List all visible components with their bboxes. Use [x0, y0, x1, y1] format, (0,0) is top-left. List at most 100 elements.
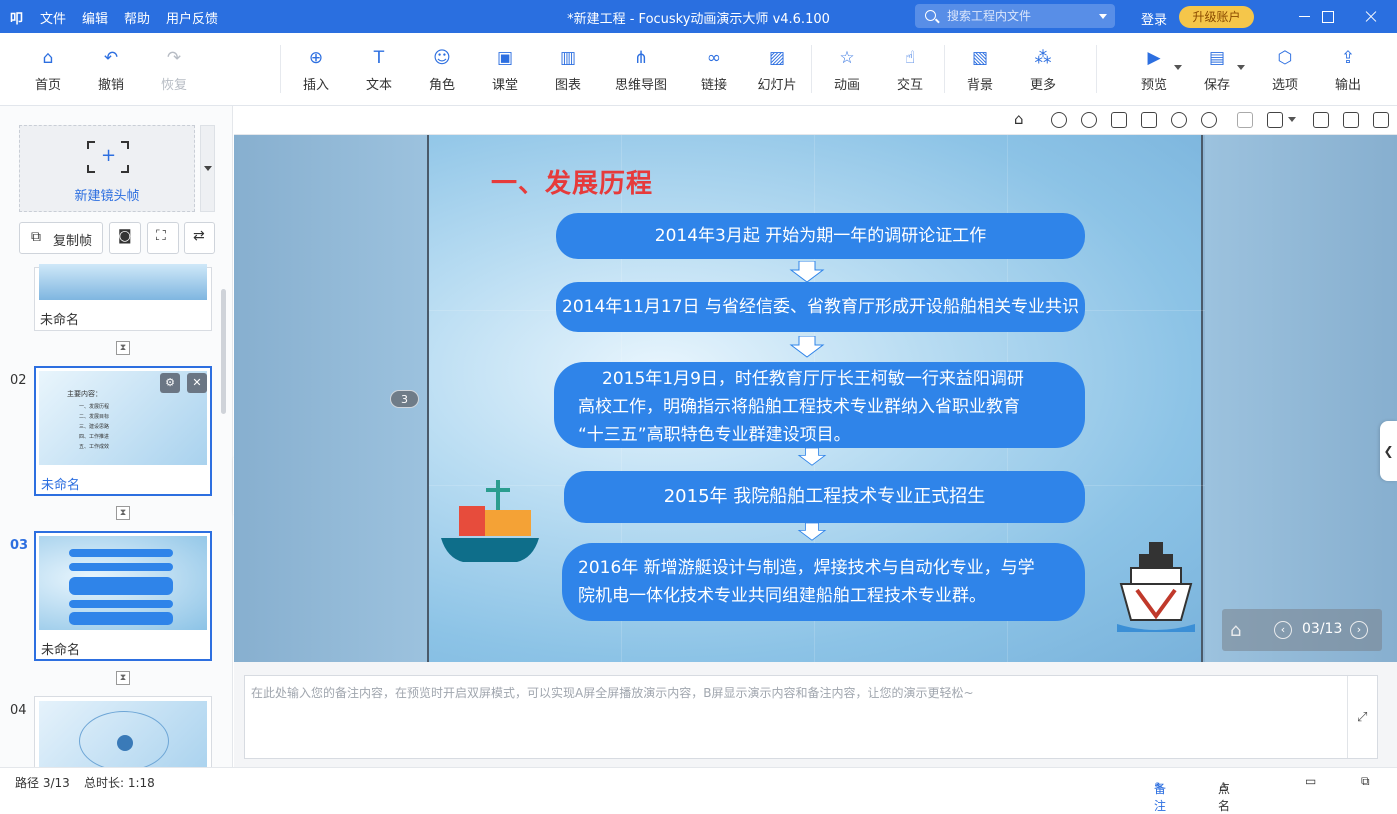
home-icon[interactable]: ⌂	[1014, 110, 1030, 128]
swap-button[interactable]: ⇄	[184, 222, 215, 254]
options-button[interactable]: ⬡ 选项	[1255, 33, 1315, 106]
toolbar-divider	[811, 45, 812, 93]
settings-icon[interactable]: ⚙	[160, 373, 180, 393]
menu-feedback[interactable]: 用户反馈	[166, 8, 218, 27]
upgrade-button[interactable]: 升级账户	[1179, 6, 1254, 28]
timeline-item-4[interactable]: 2015年 我院船舶工程技术专业正式招生	[564, 471, 1085, 523]
chart-button[interactable]: ▥ 图表	[538, 33, 598, 106]
editor-stage[interactable]: 一、发展历程 2014年3月起 开始为期一年的调研论证工作 2014年11月17…	[234, 135, 1397, 662]
delete-icon[interactable]: ✕	[187, 373, 207, 393]
rotate-right-icon[interactable]	[1081, 112, 1097, 128]
title-bar: 叩 文件 编辑 帮助 用户反馈 *新建工程 - Focusky动画演示大师 v4…	[0, 0, 1397, 33]
lock-icon[interactable]	[1267, 112, 1283, 128]
camera-button[interactable]: ◙	[109, 222, 141, 254]
frames-panel: + 新建镜头帧 ⧉ 复制帧 ◙ ⛶ ⇄ 未命名 ⧗ 02 主要内容： 一、发展历…	[0, 106, 233, 767]
frame-thumbnail-2[interactable]: 主要内容： 一、发展历程 二、发展目标 三、建设思路 四、工作推进 五、工作成效…	[34, 366, 212, 496]
login-button[interactable]: 登录	[1141, 9, 1167, 28]
close-button[interactable]	[1348, 0, 1394, 33]
chevron-down-icon[interactable]	[1099, 14, 1107, 19]
next-frame-icon[interactable]: ›	[1350, 621, 1368, 639]
role-button[interactable]: ☺ 角色	[412, 33, 472, 106]
link-icon: ∞	[706, 48, 722, 68]
undo-icon: ↶	[103, 48, 119, 68]
chevron-down-icon[interactable]	[1237, 65, 1245, 70]
classroom-icon: ▣	[496, 48, 514, 68]
home-icon[interactable]: ⌂	[1230, 620, 1241, 641]
frame-number: 02	[10, 373, 27, 388]
timeline-item-2[interactable]: 2014年11月17日 与省经信委、省教育厅形成开设船舶相关专业共识	[556, 282, 1085, 332]
arrow-down-icon	[797, 448, 827, 466]
frame-number: 04	[10, 703, 27, 718]
collapse-right-button[interactable]: ❮	[1380, 421, 1397, 481]
class-button[interactable]: ▣ 课堂	[475, 33, 535, 106]
copy-icon[interactable]	[1111, 112, 1127, 128]
chevron-down-icon[interactable]	[1288, 117, 1296, 122]
more-button[interactable]: ⁂ 更多	[1013, 33, 1073, 106]
animation-button[interactable]: ☆ 动画	[817, 33, 877, 106]
gear-icon: ⬡	[1277, 48, 1293, 68]
transition-icon[interactable]: ⧗	[116, 341, 130, 355]
timeline-item-1[interactable]: 2014年3月起 开始为期一年的调研论证工作	[556, 213, 1085, 259]
mindmap-button[interactable]: ⋔ 思维导图	[608, 33, 674, 106]
expand-notes-button[interactable]: ⤢	[1347, 676, 1377, 758]
timeline-item-3[interactable]: 2015年1月9日，时任教育厅厅长王柯敏一行来益阳调研 高校工作，明确指示将船舶…	[554, 362, 1085, 448]
chevron-down-icon[interactable]	[1174, 65, 1182, 70]
menu-edit[interactable]: 编辑	[82, 8, 108, 27]
frame-thumbnail-1[interactable]: 未命名	[34, 264, 212, 331]
copy-frame-button[interactable]: ⧉ 复制帧	[19, 222, 103, 254]
slides-icon: ▨	[768, 48, 786, 68]
frame-number: 03	[10, 538, 29, 553]
frame-marker-badge[interactable]: 3	[390, 390, 419, 408]
notes-input[interactable]: 在此处输入您的备注内容，在预览时开启双屏模式，可以实现A屏全屏播放演示内容，B屏…	[244, 675, 1378, 759]
menu-file[interactable]: 文件	[40, 8, 66, 27]
edit-icon[interactable]	[1373, 112, 1389, 128]
panel-scrollbar[interactable]	[221, 289, 226, 414]
transition-icon[interactable]: ⧗	[116, 506, 130, 520]
paste-icon[interactable]	[1141, 112, 1157, 128]
scan-button[interactable]: ⛶	[147, 222, 179, 254]
text-button[interactable]: T 文本	[349, 33, 409, 106]
transition-icon[interactable]: ⧗	[116, 671, 130, 685]
hand-icon: ☝	[904, 48, 916, 68]
main-toolbar: ⌂ 首页 ↶ 撤销 ↷ 恢复 ⊕ 插入 T 文本 ☺ 角色 ▣ 课堂 ▥ 图表 ⋔ 思维导图 ∞ 链…	[0, 33, 1397, 106]
prev-frame-icon[interactable]: ‹	[1274, 621, 1292, 639]
timeline-item-5[interactable]: 2016年 新增游艇设计与制造，焊接技术与自动化专业，与学 院机电一体化技术专业…	[562, 543, 1085, 621]
home-icon: ⌂	[42, 48, 54, 68]
camera-icon: ◙	[118, 228, 132, 244]
rotate-left-icon[interactable]	[1051, 112, 1067, 128]
slide-canvas[interactable]: 一、发展历程 2014年3月起 开始为期一年的调研论证工作 2014年11月17…	[427, 135, 1205, 662]
copy-icon: ⧉	[31, 229, 41, 245]
path-indicator: 路径 3/13	[15, 776, 70, 790]
menu-help[interactable]: 帮助	[124, 8, 150, 27]
play-icon: ▶	[1147, 48, 1161, 68]
zoom-out-icon[interactable]	[1201, 112, 1217, 128]
slide-title[interactable]: 一、发展历程	[491, 163, 653, 200]
thumbnail-image: 主要内容： 一、发展历程 二、发展目标 三、建设思路 四、工作推进 五、工作成效	[39, 371, 207, 465]
zoom-in-icon[interactable]	[1171, 112, 1187, 128]
interact-button[interactable]: ☝ 交互	[880, 33, 940, 106]
toolbar-divider	[944, 45, 945, 93]
new-frame-label: 新建镜头帧	[74, 189, 140, 204]
screen-icon[interactable]: ▭	[1305, 774, 1316, 788]
maximize-button[interactable]	[1305, 0, 1351, 33]
window-icon[interactable]: ⧉	[1361, 774, 1370, 789]
image-edit-icon[interactable]	[1343, 112, 1359, 128]
align-icon[interactable]	[1237, 112, 1253, 128]
redo-button[interactable]: ↷ 恢复	[144, 33, 204, 106]
new-frame-button[interactable]: + 新建镜头帧	[19, 125, 195, 212]
new-frame-dropdown[interactable]	[200, 125, 215, 212]
frame-thumbnail-3[interactable]: 未命名	[34, 531, 212, 661]
search-input[interactable]: 搜索工程内文件	[915, 4, 1115, 28]
frame-thumbnail-4[interactable]	[34, 696, 212, 767]
slides-button[interactable]: ▨ 幻灯片	[747, 33, 807, 106]
camera-icon[interactable]	[1313, 112, 1329, 128]
export-button[interactable]: ⇪ 输出	[1318, 33, 1378, 106]
background-icon: ▧	[971, 48, 989, 68]
insert-button[interactable]: ⊕ 插入	[286, 33, 346, 106]
undo-button[interactable]: ↶ 撤销	[81, 33, 141, 106]
background-button[interactable]: ▧ 背景	[950, 33, 1010, 106]
home-button[interactable]: ⌂ 首页	[18, 33, 78, 106]
canvas-toolbar: ⌂	[234, 106, 1397, 135]
redo-icon: ↷	[166, 48, 182, 68]
link-button[interactable]: ∞ 链接	[684, 33, 744, 106]
